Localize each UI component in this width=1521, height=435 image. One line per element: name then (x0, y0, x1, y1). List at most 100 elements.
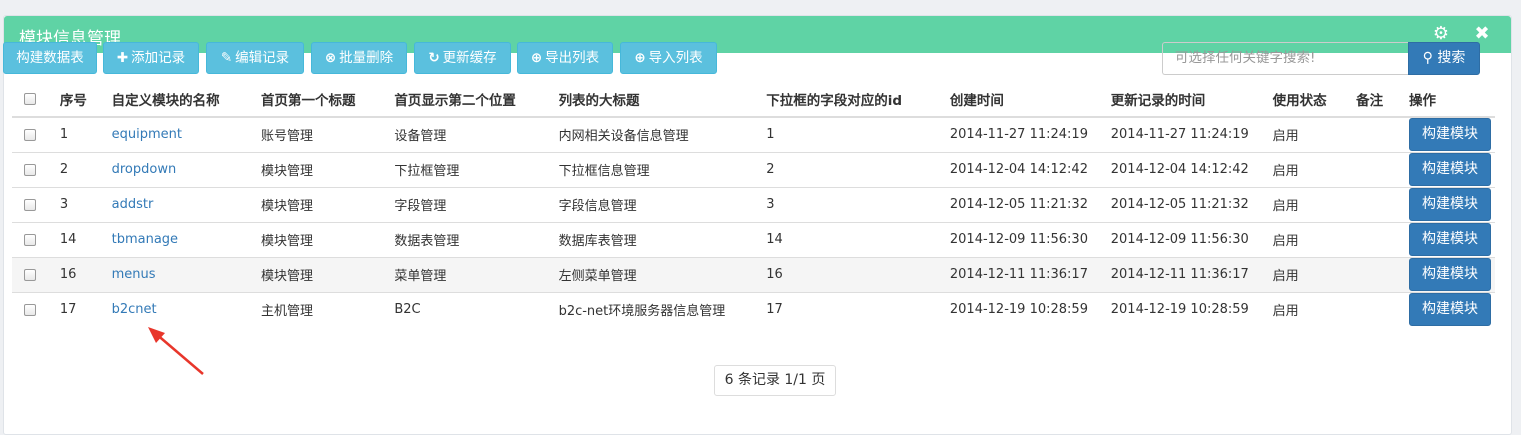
select-all-header (12, 82, 56, 118)
pagination-info: 6 条记录 1/1 页 (714, 365, 836, 396)
remove-circle-icon: ⊗ (324, 50, 337, 66)
row-checkbox[interactable] (24, 303, 36, 316)
cell-name-link[interactable]: b2cnet (107, 291, 257, 327)
table-row: 2 dropdown 模块管理 下拉框管理 下拉框信息管理 2 2014-12-… (12, 151, 1495, 187)
row-select-cell (12, 186, 56, 222)
header-name: 自定义模块的名称 (107, 82, 257, 118)
cell-list-title: 左侧菜单管理 (554, 256, 763, 292)
cell-dropdown-id: 1 (762, 116, 946, 152)
cell-action: 构建模块 (1405, 116, 1495, 152)
cell-updated: 2014-12-19 10:28:59 (1106, 291, 1269, 327)
cell-note (1352, 221, 1405, 257)
cell-id: 2 (55, 151, 108, 187)
row-checkbox[interactable] (24, 198, 36, 211)
row-checkbox[interactable] (24, 268, 36, 281)
cell-list-title: 下拉框信息管理 (554, 151, 763, 187)
build-module-button[interactable]: 构建模块 (1409, 223, 1491, 256)
cell-title1: 模块管理 (257, 186, 391, 222)
button-label: 编辑记录 (235, 50, 290, 66)
header-list-title: 列表的大标题 (554, 82, 763, 118)
cell-title1: 主机管理 (257, 291, 391, 327)
cell-created: 2014-12-19 10:28:59 (945, 291, 1107, 327)
row-select-cell (12, 291, 56, 327)
import-list-button[interactable]: ⊕ 导入列表 (620, 42, 717, 74)
cell-note (1352, 116, 1405, 152)
cell-id: 17 (55, 291, 108, 327)
cell-status: 启用 (1268, 186, 1353, 222)
cell-title2: 菜单管理 (390, 256, 555, 292)
cell-list-title: 内网相关设备信息管理 (554, 116, 763, 152)
close-icon[interactable]: ✖ (1472, 24, 1492, 44)
cell-created: 2014-12-09 11:56:30 (945, 221, 1107, 257)
button-label: 更新缓存 (442, 50, 497, 66)
header-title2: 首页显示第二个位置 (390, 82, 555, 118)
cell-updated: 2014-12-11 11:36:17 (1106, 256, 1269, 292)
cell-id: 3 (55, 186, 108, 222)
build-module-button[interactable]: 构建模块 (1409, 293, 1491, 327)
cell-updated: 2014-12-04 14:12:42 (1106, 151, 1269, 187)
cell-name-link[interactable]: dropdown (107, 151, 257, 187)
cell-title1: 模块管理 (257, 151, 391, 187)
cell-title2: 设备管理 (390, 116, 555, 152)
export-list-button[interactable]: ⊕ 导出列表 (517, 42, 613, 74)
header-created: 创建时间 (945, 82, 1107, 118)
button-label: 导出列表 (545, 50, 600, 66)
batch-delete-button[interactable]: ⊗ 批量删除 (311, 42, 407, 74)
cell-dropdown-id: 17 (762, 291, 946, 327)
cell-title1: 模块管理 (257, 256, 391, 292)
annotation-arrow-icon (148, 327, 204, 375)
header-status: 使用状态 (1268, 82, 1353, 118)
cell-name-link[interactable]: equipment (107, 116, 257, 152)
cell-title2: 字段管理 (390, 186, 555, 222)
plus-icon: ✚ (116, 50, 129, 66)
build-table-button[interactable]: 构建数据表 (3, 42, 97, 74)
row-select-cell (12, 256, 56, 292)
build-module-button[interactable]: 构建模块 (1409, 188, 1491, 221)
cell-dropdown-id: 16 (762, 256, 946, 292)
table-row: 3 addstr 模块管理 字段管理 字段信息管理 3 2014-12-05 1… (12, 186, 1495, 222)
cell-list-title: 字段信息管理 (554, 186, 763, 222)
cell-title2: B2C (390, 291, 555, 327)
row-checkbox[interactable] (24, 233, 36, 246)
build-module-button[interactable]: 构建模块 (1409, 153, 1491, 186)
row-select-cell (12, 116, 56, 152)
upload-circle-icon: ⊕ (634, 50, 646, 66)
button-label: 构建数据表 (16, 50, 84, 66)
select-all-checkbox[interactable] (24, 93, 36, 105)
add-record-button[interactable]: ✚ 添加记录 (103, 42, 199, 74)
cell-id: 16 (55, 256, 108, 292)
button-label: 添加记录 (131, 50, 186, 66)
cell-list-title: b2c-net环境服务器信息管理 (554, 291, 763, 327)
cell-created: 2014-12-11 11:36:17 (945, 256, 1107, 292)
build-module-button[interactable]: 构建模块 (1409, 118, 1491, 152)
cell-dropdown-id: 14 (762, 221, 946, 257)
row-checkbox[interactable] (24, 163, 36, 176)
cell-dropdown-id: 3 (762, 186, 946, 222)
cell-updated: 2014-12-09 11:56:30 (1106, 221, 1269, 257)
cell-created: 2014-12-04 14:12:42 (945, 151, 1107, 187)
table-header-row: 序号 自定义模块的名称 首页第一个标题 首页显示第二个位置 列表的大标题 下拉框… (12, 82, 1495, 118)
cell-name-link[interactable]: menus (107, 256, 257, 292)
cell-created: 2014-11-27 11:24:19 (945, 116, 1107, 152)
build-module-button[interactable]: 构建模块 (1409, 258, 1491, 291)
edit-record-button[interactable]: ✎ 编辑记录 (206, 42, 304, 74)
row-checkbox[interactable] (24, 128, 36, 141)
cell-name-link[interactable]: tbmanage (107, 221, 257, 257)
header-action: 操作 (1405, 82, 1495, 118)
update-cache-button[interactable]: ↻ 更新缓存 (414, 42, 511, 74)
cell-name-link[interactable]: addstr (107, 186, 257, 222)
table-row: 1 equipment 账号管理 设备管理 内网相关设备信息管理 1 2014-… (12, 116, 1495, 152)
search-button[interactable]: ⚲ 搜索 (1408, 42, 1480, 75)
row-select-cell (12, 151, 56, 187)
refresh-icon: ↻ (428, 50, 440, 66)
download-circle-icon: ⊕ (530, 50, 543, 66)
cell-status: 启用 (1268, 221, 1353, 257)
gear-icon[interactable]: ⚙ (1431, 24, 1451, 44)
cell-title1: 账号管理 (257, 116, 391, 152)
search-input[interactable]: 可选择任何关键字搜索! (1162, 42, 1409, 75)
cell-id: 14 (55, 221, 108, 257)
cell-note (1352, 186, 1405, 222)
header-note: 备注 (1352, 82, 1405, 118)
cell-title2: 下拉框管理 (390, 151, 555, 187)
cell-action: 构建模块 (1405, 291, 1495, 327)
